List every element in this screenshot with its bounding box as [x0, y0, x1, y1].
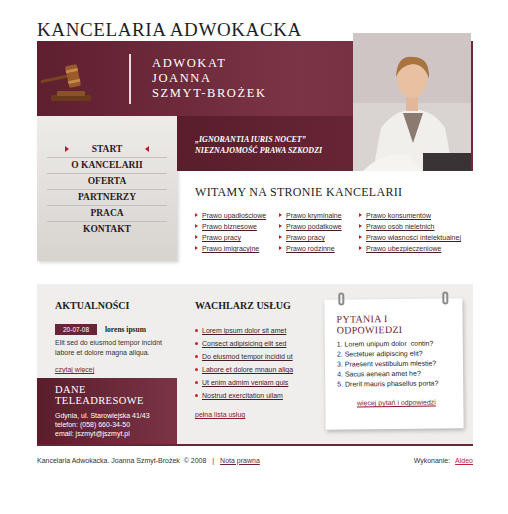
contact-line: Gdynia, ul. Starowiejska 41/43 [55, 411, 169, 420]
news-more-link[interactable]: czytaj więcej [55, 366, 169, 373]
law-link[interactable]: Prawo imigracyjne [195, 243, 279, 254]
law-link[interactable]: Prawo ubezpieczeniowe [359, 243, 473, 254]
faq-question[interactable]: 3. Praesent vestibulum mlestie? [337, 358, 455, 369]
link-column: Prawo kryminalnePrawo podatkowePrawo pra… [279, 210, 359, 254]
credit-link[interactable]: Aldeo [455, 457, 473, 464]
law-links: Prawo upadłościowePrawo biznesowePrawo p… [195, 210, 473, 254]
banner-divider [129, 54, 131, 104]
lawyer-name: ADWOKATJOANNASZMYT-BROŻEK [152, 56, 267, 101]
faq-card: PYTANIA I ODPOWIEDZI 1. Lorem unipum dol… [324, 298, 463, 429]
copyright: Kancelaria Adwokacka. Joanna Szmyt-Broże… [37, 457, 206, 464]
main-menu: START O KANCELARII OFERTA PARTNERZY PRAC… [37, 116, 177, 261]
faq-column: PYTANIA I ODPOWIEDZI 1. Lorem unipum dol… [313, 284, 473, 444]
menu-item[interactable]: O KANCELARII [47, 158, 167, 174]
ring-icon [442, 291, 448, 304]
service-link[interactable]: Labore et dolore mnaun aliqa [195, 363, 309, 376]
name-line: ADWOKAT [152, 56, 267, 71]
menu-item[interactable]: PRACA [47, 206, 167, 222]
woman-photo-icon [353, 33, 471, 171]
faq-question[interactable]: 5. Drerit mauris phasellus porta? [337, 378, 455, 389]
law-link[interactable]: Prawo upadłościowe [195, 210, 279, 221]
news-headline: lorens ipsum [105, 325, 146, 334]
service-link[interactable]: Do eiusmod tempor incidid ut [195, 350, 309, 363]
contact-line: email: jszmyt@jszmyt.pl [55, 429, 169, 438]
arrow-right-icon [65, 146, 69, 152]
law-link[interactable]: Prawo rodzinne [279, 243, 359, 254]
footer-separator: | [212, 457, 214, 464]
legal-link[interactable]: Nota prawna [220, 457, 260, 464]
menu-item[interactable]: OFERTA [47, 174, 167, 190]
law-link[interactable]: Prawo podatkowe [279, 221, 359, 232]
law-link[interactable]: Prawo kryminalne [279, 210, 359, 221]
lawyer-photo [353, 33, 471, 171]
news-header: 20-07-08 lorens ipsum [55, 324, 169, 335]
services-list: Lorem ipsum dolor sit ametConsect adipis… [195, 324, 309, 402]
news-title: AKTUALNOŚCI [55, 300, 169, 311]
faq-more-link[interactable]: więcej pytań i odpowiedzi [337, 398, 455, 406]
service-link[interactable]: Ut enim admim veniam quis [195, 376, 309, 389]
left-column: AKTUALNOŚCI 20-07-08 lorens ipsum Elit s… [37, 284, 177, 444]
faq-title: PYTANIA I ODPOWIEDZI [336, 312, 454, 335]
services: WACHLARZ USŁUG Lorem ipsum dolor sit ame… [177, 284, 313, 444]
footer-right: Wykonanie: Aldeo [414, 457, 473, 464]
link-column: Prawo upadłościowePrawo biznesowePrawo p… [195, 210, 279, 254]
arrow-left-icon [145, 146, 149, 152]
credit-label: Wykonanie: [414, 457, 451, 464]
hero: ADWOKATJOANNASZMYT-BROŻEK START O KANCEL… [37, 41, 473, 261]
contact-title: DANE TELEADRESOWE [55, 384, 169, 406]
welcome: WITAMY NA STRONIE KANCELARII Prawo upadł… [177, 171, 473, 254]
service-link[interactable]: Nostrud exercitation ullam [195, 389, 309, 402]
law-link[interactable]: Prawo osób nieletnich [359, 221, 473, 232]
faq-question[interactable]: 1. Lorem unipum dolor contin? [337, 338, 455, 349]
faq-question[interactable]: 4. Sacus aenean amet he? [337, 368, 455, 379]
services-title: WACHLARZ USŁUG [195, 300, 309, 311]
link-column: Prawo konsumentówPrawo osób nieletnichPr… [359, 210, 473, 254]
law-link[interactable]: Prawo własności intelektualnej [359, 232, 473, 243]
service-link[interactable]: Consect adipisicing elit sed [195, 337, 309, 350]
law-link[interactable]: Prawo pracy [195, 232, 279, 243]
law-link[interactable]: Prawo biznesowe [195, 221, 279, 232]
service-link[interactable]: Lorem ipsum dolor sit amet [195, 324, 309, 337]
footer: Kancelaria Adwokacka. Joanna Szmyt-Broże… [37, 446, 473, 474]
menu-item[interactable]: PARTNERZY [47, 190, 167, 206]
footer-left: Kancelaria Adwokacka. Joanna Szmyt-Broże… [37, 457, 260, 464]
welcome-title: WITAMY NA STRONIE KANCELARII [195, 185, 473, 200]
page: KANCELARIA ADWOKACKA ADWOKATJOANNASZMYT-… [37, 0, 473, 474]
law-link[interactable]: Prawo konsumentów [359, 210, 473, 221]
news-text: Elit sed do eiusmod tempor incidnt labor… [55, 338, 169, 357]
ring-icon [338, 293, 344, 306]
menu-item[interactable]: KONTAKT [47, 222, 167, 237]
services-more-link[interactable]: pełna lista usług [195, 411, 309, 418]
name-line: JOANNA [152, 71, 267, 86]
contact-box: DANE TELEADRESOWE Gdynia, ul. Starowiejs… [37, 378, 177, 444]
menu-item[interactable]: START [47, 142, 167, 158]
law-link[interactable]: Prawo pracy [279, 232, 359, 243]
news-date: 20-07-08 [55, 324, 97, 335]
contact-line: telefon: (058) 660-34-50 [55, 420, 169, 429]
news: AKTUALNOŚCI 20-07-08 lorens ipsum Elit s… [37, 284, 177, 373]
name-line: SZMYT-BROŻEK [152, 86, 267, 101]
gavel-icon [41, 61, 97, 105]
bottom-section: AKTUALNOŚCI 20-07-08 lorens ipsum Elit s… [37, 284, 473, 446]
faq-question[interactable]: 2. Sectetuer adipiscing elit? [337, 348, 455, 359]
